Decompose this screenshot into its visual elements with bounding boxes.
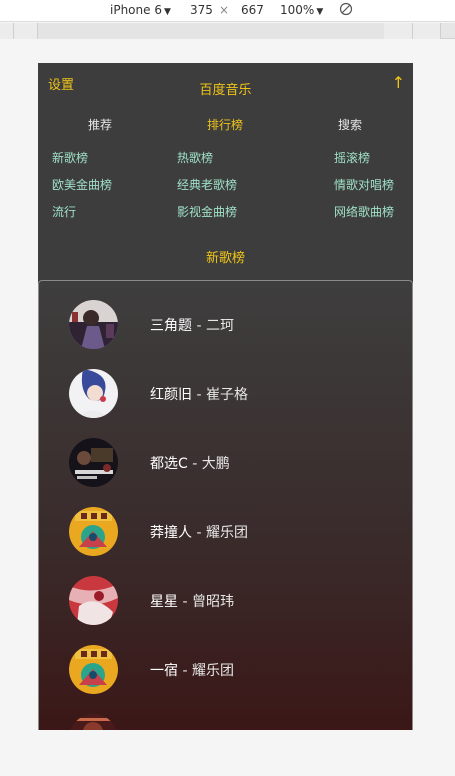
song-label: 三角题 - 二珂 [150, 315, 234, 335]
song-separator: - [187, 456, 202, 472]
width-field[interactable]: 375 [190, 3, 213, 17]
song-row-partial[interactable] [39, 714, 412, 730]
song-label: 都选C - 大鹏 [150, 453, 230, 473]
song-row[interactable]: 一宿 - 耀乐团 [39, 645, 412, 714]
tab-recommend[interactable]: 推荐 [88, 116, 112, 133]
tab-bar: 推荐 排行榜 搜索 [38, 116, 413, 136]
device-select[interactable]: iPhone 6 ▼ [110, 3, 171, 17]
song-title: 星星 [150, 594, 178, 610]
album-cover [69, 369, 118, 418]
song-artist: 耀乐团 [191, 663, 234, 679]
zoom-value: 100% [280, 3, 315, 17]
song-row[interactable]: 莽撞人 - 耀乐团 [39, 507, 412, 576]
album-cover [69, 576, 118, 625]
app-title: 百度音乐 [199, 83, 252, 98]
song-separator: - [192, 318, 206, 334]
song-artist: 耀乐团 [205, 525, 248, 541]
song-separator: - [178, 663, 192, 679]
section-title: 新歌榜 [205, 251, 245, 266]
song-artist: 崔子格 [205, 387, 248, 403]
app-header: 设置 百度音乐 ↑ [38, 63, 413, 113]
song-title: 莽撞人 [150, 525, 192, 541]
song-row[interactable]: 红颜旧 - 崔子格 [39, 369, 412, 438]
song-artist: 大鹏 [201, 456, 230, 472]
album-cover [69, 645, 118, 694]
album-cover [69, 300, 118, 349]
chart-link-new[interactable]: 新歌榜 [52, 149, 88, 166]
song-artist: 曾昭玮 [191, 594, 234, 610]
song-label: 星星 - 曾昭玮 [150, 591, 234, 611]
song-row[interactable]: 都选C - 大鹏 [39, 438, 412, 507]
song-title: 一宿 [150, 663, 178, 679]
song-title: 红颜旧 [150, 387, 192, 403]
chart-link-duet[interactable]: 情歌对唱榜 [334, 176, 394, 193]
album-cover [69, 507, 118, 556]
rotate-icon[interactable] [339, 2, 353, 19]
song-list[interactable]: 三角题 - 二珂 红颜旧 - 崔子格 都选C - 大鹏 莽撞人 - 耀乐团 星星… [38, 280, 413, 730]
song-separator: - [192, 525, 206, 541]
tab-search[interactable]: 搜索 [338, 116, 362, 133]
song-label: 红颜旧 - 崔子格 [150, 384, 248, 404]
song-label: 莽撞人 - 耀乐团 [150, 522, 248, 542]
chevron-down-icon: ▼ [163, 7, 171, 17]
height-field[interactable]: 667 [241, 3, 264, 17]
chart-link-rock[interactable]: 摇滚榜 [334, 149, 370, 166]
zoom-select[interactable]: 100% ▼ [280, 3, 323, 17]
song-title: 都选C [150, 456, 188, 472]
tab-charts[interactable]: 排行榜 [207, 116, 243, 133]
song-label: 一宿 - 耀乐团 [150, 660, 234, 680]
chart-link-hot[interactable]: 热歌榜 [177, 149, 213, 166]
song-title: 三角题 [150, 318, 192, 334]
device-toolbar: iPhone 6 ▼ 375 × 667 100% ▼ [0, 0, 455, 22]
album-cover [69, 438, 118, 487]
song-separator: - [192, 387, 206, 403]
chevron-down-icon: ▼ [316, 7, 324, 17]
chart-link-classic[interactable]: 经典老歌榜 [177, 176, 237, 193]
chart-link-film[interactable]: 影视金曲榜 [177, 203, 237, 220]
song-artist: 二珂 [205, 318, 234, 334]
album-cover [69, 714, 118, 730]
chart-link-western[interactable]: 欧美金曲榜 [52, 176, 112, 193]
times-icon: × [219, 3, 230, 17]
device-name: iPhone 6 [110, 3, 162, 17]
chart-link-pop[interactable]: 流行 [52, 203, 76, 220]
media-query-bar[interactable] [0, 23, 455, 39]
song-separator: - [178, 594, 192, 610]
song-row[interactable]: 星星 - 曾昭玮 [39, 576, 412, 645]
chart-link-internet[interactable]: 网络歌曲榜 [334, 203, 394, 220]
phone-viewport: 设置 百度音乐 ↑ 推荐 排行榜 搜索 新歌榜 热歌榜 摇滚榜 欧美金曲榜 经典… [38, 63, 413, 730]
song-row[interactable]: 三角题 - 二珂 [39, 300, 412, 369]
up-arrow-icon[interactable]: ↑ [392, 73, 405, 92]
